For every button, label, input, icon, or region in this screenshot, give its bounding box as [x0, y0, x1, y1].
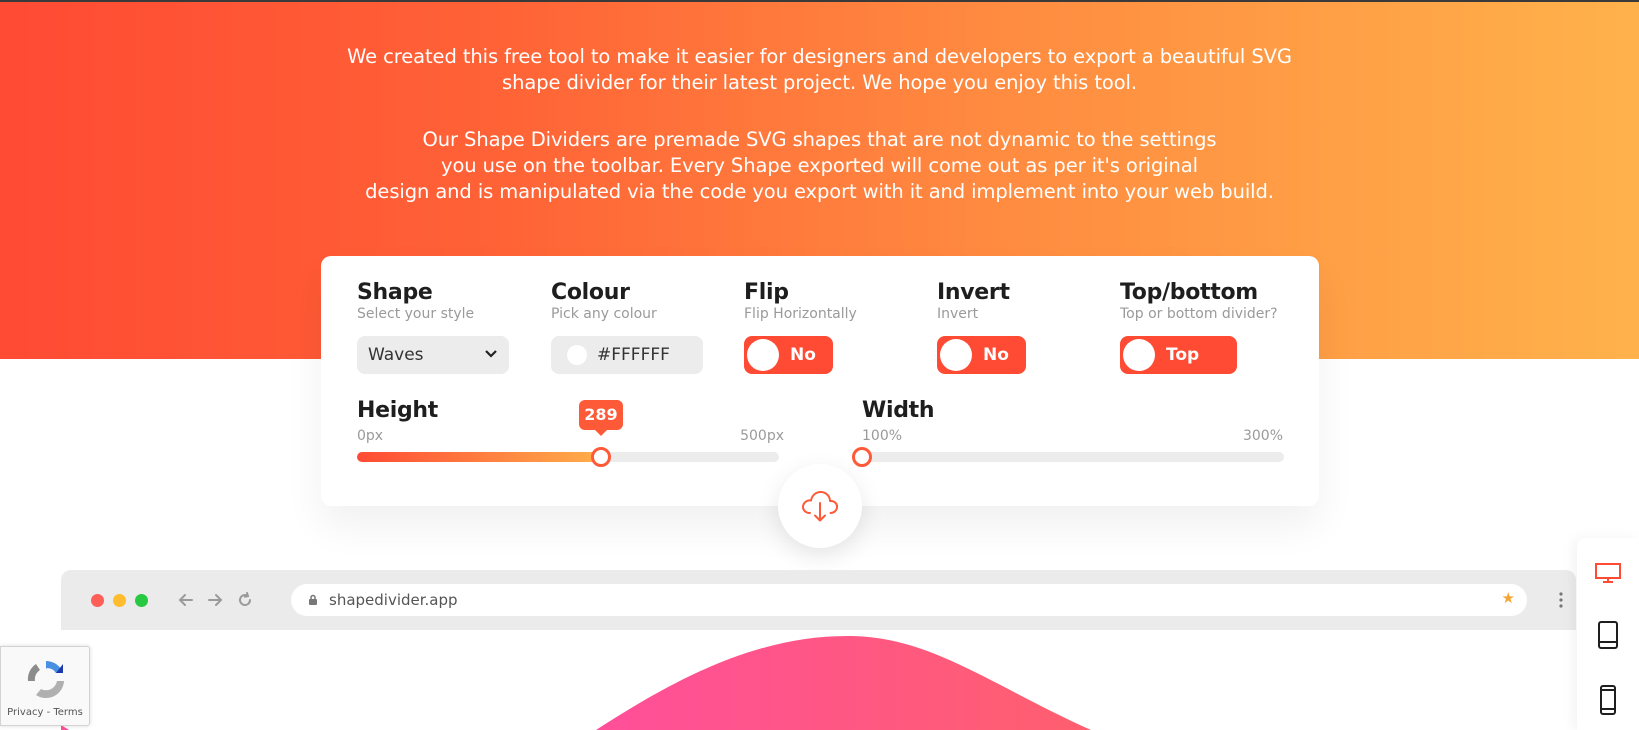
colour-subtitle: Pick any colour — [551, 306, 657, 322]
height-slider-thumb[interactable] — [590, 447, 611, 467]
width-title: Width — [862, 398, 935, 423]
back-arrow-icon[interactable] — [177, 591, 195, 609]
width-min-label: 100% — [862, 428, 903, 444]
shape-control: Shape Select your style — [357, 280, 537, 322]
intro-line: shape divider for their latest project. … — [502, 71, 1137, 94]
more-menu-icon[interactable] — [1554, 590, 1568, 610]
colour-control: Colour Pick any colour — [551, 280, 731, 322]
width-max-label: 300% — [1242, 428, 1283, 444]
device-switcher — [1577, 538, 1639, 730]
chevron-down-icon — [485, 350, 497, 358]
intro-line: Our Shape Dividers are premade SVG shape… — [422, 128, 1217, 151]
lock-icon — [309, 594, 317, 605]
maximize-window-dot — [135, 594, 148, 607]
position-title: Top/bottom — [1120, 280, 1258, 305]
position-toggle-label: Top — [1166, 345, 1200, 365]
flip-title: Flip — [744, 280, 789, 305]
mobile-icon[interactable] — [1599, 684, 1617, 716]
height-value-bubble: 289 — [578, 400, 623, 436]
forward-arrow-icon[interactable] — [206, 591, 224, 609]
colour-title: Colour — [551, 280, 630, 305]
invert-toggle-label: No — [983, 345, 1009, 365]
intro-line: design and is manipulated via the code y… — [365, 180, 1274, 203]
position-control: Top/bottom Top or bottom divider? — [1120, 280, 1300, 322]
height-title: Height — [357, 398, 439, 423]
colour-input[interactable]: #FFFFFF — [551, 336, 703, 374]
shape-subtitle: Select your style — [357, 306, 475, 322]
shape-select[interactable]: Waves — [357, 336, 509, 374]
flip-toggle-label: No — [790, 345, 816, 365]
invert-title: Invert — [937, 280, 1010, 305]
width-slider[interactable] — [852, 447, 1284, 467]
reload-icon[interactable] — [236, 591, 254, 609]
download-button[interactable] — [778, 464, 862, 548]
minimize-window-dot — [113, 594, 126, 607]
shape-divider-preview — [61, 635, 1091, 730]
invert-control: Invert Invert — [937, 280, 1117, 322]
terms-link[interactable]: Terms — [53, 707, 82, 718]
height-slider-fill — [357, 452, 601, 462]
close-window-dot — [91, 594, 104, 607]
address-bar-url: shapedivider.app — [329, 591, 458, 609]
shape-select-value: Waves — [368, 345, 424, 365]
width-slider-thumb[interactable] — [852, 447, 872, 467]
colour-value: #FFFFFF — [597, 345, 670, 365]
recaptcha-badge[interactable]: Privacy - Terms — [0, 646, 90, 726]
flip-control: Flip Flip Horizontally — [744, 280, 924, 322]
height-min-label: 0px — [357, 428, 384, 444]
recaptcha-logo-icon — [27, 661, 64, 699]
shape-title: Shape — [357, 280, 433, 305]
intro-line: you use on the toolbar. Every Shape expo… — [441, 154, 1198, 177]
flip-subtitle: Flip Horizontally — [744, 306, 857, 322]
intro-paragraph-2: Our Shape Dividers are premade SVG shape… — [0, 127, 1639, 205]
toggle-knob — [940, 339, 972, 371]
intro-paragraph-1: We created this free tool to make it eas… — [0, 44, 1639, 96]
flip-toggle[interactable]: No — [744, 336, 833, 374]
height-slider[interactable] — [357, 447, 779, 467]
recaptcha-links: Privacy - Terms — [1, 707, 89, 718]
colour-swatch[interactable] — [567, 345, 587, 365]
desktop-icon[interactable] — [1594, 562, 1622, 584]
intro-line: We created this free tool to make it eas… — [347, 45, 1292, 68]
height-max-label: 500px — [740, 428, 784, 444]
position-subtitle: Top or bottom divider? — [1120, 306, 1278, 322]
invert-toggle[interactable]: No — [937, 336, 1026, 374]
address-bar[interactable]: shapedivider.app ★ — [291, 584, 1527, 616]
bookmark-star-icon[interactable]: ★ — [1502, 589, 1515, 607]
toggle-knob — [1123, 339, 1155, 371]
invert-subtitle: Invert — [937, 306, 979, 322]
position-toggle[interactable]: Top — [1120, 336, 1237, 374]
browser-mockup-toolbar: shapedivider.app ★ — [61, 570, 1576, 630]
cloud-download-icon — [802, 490, 839, 522]
privacy-link[interactable]: Privacy — [7, 707, 43, 718]
toggle-knob — [747, 339, 779, 371]
link-separator: - — [43, 707, 54, 718]
shape-preview-area — [61, 630, 1576, 730]
tablet-icon[interactable] — [1597, 620, 1619, 650]
